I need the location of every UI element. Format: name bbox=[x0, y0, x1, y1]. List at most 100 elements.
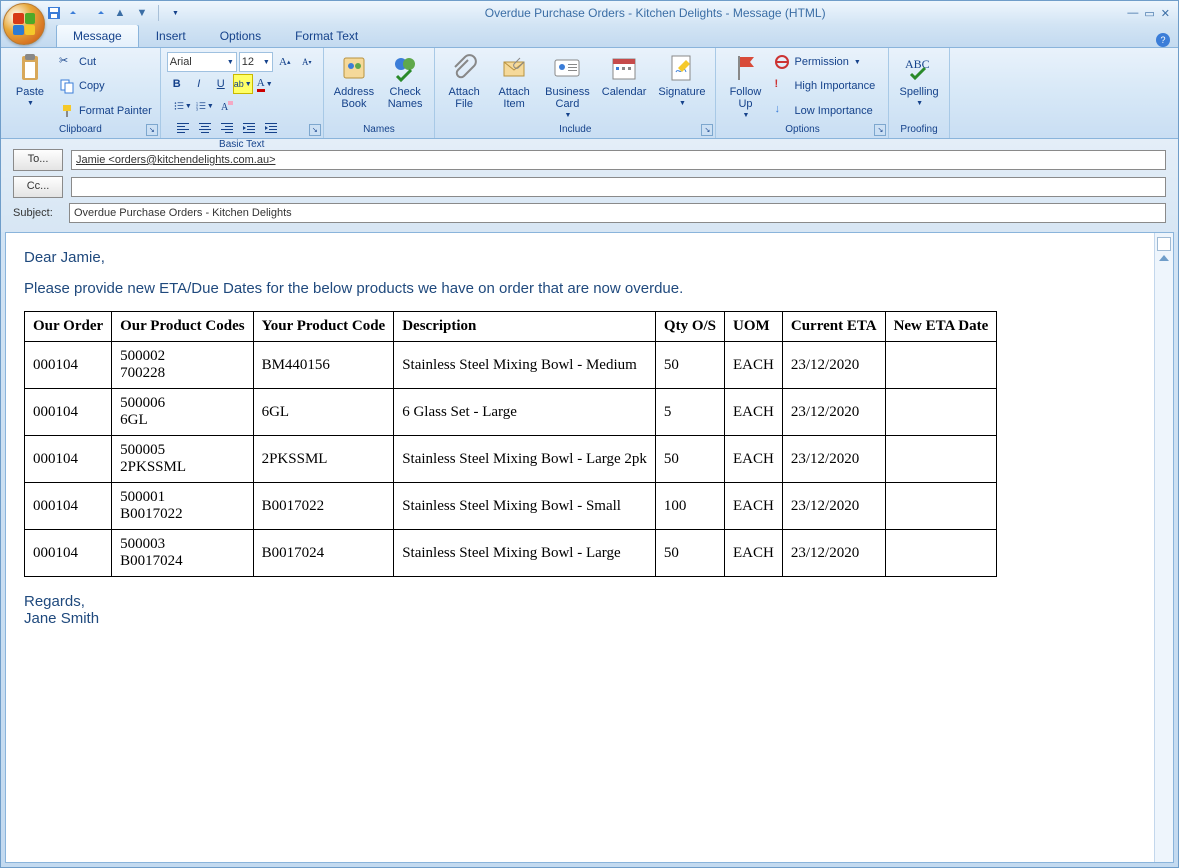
subject-field[interactable]: Overdue Purchase Orders - Kitchen Deligh… bbox=[69, 203, 1166, 223]
align-center-button[interactable] bbox=[195, 118, 215, 138]
ribbon: Paste▼ ✂Cut Copy Format Painter Clipboar… bbox=[1, 47, 1178, 139]
table-header-row: Our OrderOur Product CodesYour Product C… bbox=[25, 312, 997, 342]
help-icon[interactable]: ? bbox=[1156, 33, 1170, 47]
office-button[interactable] bbox=[3, 3, 45, 45]
table-cell: 50 bbox=[655, 530, 724, 577]
save-icon[interactable] bbox=[46, 5, 62, 21]
table-cell: 50 bbox=[655, 342, 724, 389]
align-left-button[interactable] bbox=[173, 118, 193, 138]
table-cell: EACH bbox=[725, 483, 783, 530]
bold-button[interactable]: B bbox=[167, 74, 187, 94]
copy-icon bbox=[59, 78, 75, 94]
group-clipboard: Paste▼ ✂Cut Copy Format Painter Clipboar… bbox=[1, 48, 161, 138]
business-card-button[interactable]: BusinessCard▼ bbox=[541, 50, 594, 123]
high-importance-button[interactable]: !High Importance bbox=[772, 77, 882, 95]
table-cell: B0017024 bbox=[253, 530, 394, 577]
highlight-button[interactable]: ab▼ bbox=[233, 74, 253, 94]
underline-button[interactable]: U bbox=[211, 74, 231, 94]
cc-field[interactable] bbox=[71, 177, 1166, 197]
options-launcher[interactable]: ↘ bbox=[874, 124, 886, 136]
permission-icon bbox=[774, 54, 790, 70]
table-cell bbox=[885, 342, 997, 389]
redo-icon[interactable] bbox=[90, 5, 106, 21]
permission-button[interactable]: Permission▼ bbox=[772, 53, 882, 71]
cut-button[interactable]: ✂Cut bbox=[57, 53, 154, 71]
group-label-clipboard: Clipboard bbox=[7, 123, 154, 136]
table-cell: 500003B0017024 bbox=[112, 530, 253, 577]
table-cell: 23/12/2020 bbox=[782, 530, 885, 577]
attach-file-button[interactable]: AttachFile bbox=[441, 50, 487, 123]
align-right-button[interactable] bbox=[217, 118, 237, 138]
to-button[interactable]: To... bbox=[13, 149, 63, 171]
font-name-select[interactable]: Arial▼ bbox=[167, 52, 237, 72]
scroll-up-icon[interactable] bbox=[1159, 255, 1169, 261]
tab-message[interactable]: Message bbox=[56, 24, 139, 47]
table-cell: 6 Glass Set - Large bbox=[394, 389, 656, 436]
maximize-button[interactable]: ▭ bbox=[1144, 7, 1154, 20]
tab-options[interactable]: Options bbox=[203, 24, 278, 47]
table-cell: Stainless Steel Mixing Bowl - Medium bbox=[394, 342, 656, 389]
clear-formatting-button[interactable]: A bbox=[217, 96, 237, 116]
next-icon[interactable]: ▼ bbox=[134, 5, 150, 21]
include-launcher[interactable]: ↘ bbox=[701, 124, 713, 136]
cc-button[interactable]: Cc... bbox=[13, 176, 63, 198]
qat-customize-icon[interactable]: ▼ bbox=[167, 5, 183, 21]
table-header-cell: Qty O/S bbox=[655, 312, 724, 342]
table-cell: 23/12/2020 bbox=[782, 483, 885, 530]
increase-indent-button[interactable] bbox=[261, 118, 281, 138]
format-painter-button[interactable]: Format Painter bbox=[57, 102, 154, 120]
envelope-area: To... Jamie <orders@kitchendelights.com.… bbox=[1, 139, 1178, 232]
undo-icon[interactable] bbox=[68, 5, 84, 21]
font-color-button[interactable]: A▼ bbox=[255, 74, 275, 94]
table-row: 000104500001B0017022B0017022Stainless St… bbox=[25, 483, 997, 530]
group-include: AttachFile AttachItem BusinessCard▼ Cale… bbox=[435, 48, 716, 138]
tab-format-text[interactable]: Format Text bbox=[278, 24, 375, 47]
bullets-button[interactable]: ▼ bbox=[173, 96, 193, 116]
table-cell: Stainless Steel Mixing Bowl - Large bbox=[394, 530, 656, 577]
decrease-indent-button[interactable] bbox=[239, 118, 259, 138]
table-row: 000104500003B0017024B0017024Stainless St… bbox=[25, 530, 997, 577]
basic-text-launcher[interactable]: ↘ bbox=[309, 124, 321, 136]
attach-item-button[interactable]: AttachItem bbox=[491, 50, 537, 123]
paste-icon bbox=[14, 52, 46, 84]
table-cell: 23/12/2020 bbox=[782, 342, 885, 389]
shrink-font-button[interactable]: A▾ bbox=[297, 52, 317, 72]
table-cell: EACH bbox=[725, 530, 783, 577]
group-label-names: Names bbox=[330, 123, 428, 136]
table-cell: 500001B0017022 bbox=[112, 483, 253, 530]
address-book-button[interactable]: AddressBook bbox=[330, 50, 378, 123]
signature-name: Jane Smith bbox=[24, 610, 99, 627]
signature-button[interactable]: Signature▼ bbox=[654, 50, 709, 123]
to-field[interactable]: Jamie <orders@kitchendelights.com.au> bbox=[71, 150, 1166, 170]
table-header-cell: Current ETA bbox=[782, 312, 885, 342]
previous-icon[interactable]: ▲ bbox=[112, 5, 128, 21]
font-size-select[interactable]: 12▼ bbox=[239, 52, 273, 72]
table-cell: 000104 bbox=[25, 436, 112, 483]
clipboard-launcher[interactable]: ↘ bbox=[146, 124, 158, 136]
close-button[interactable]: ✕ bbox=[1161, 7, 1170, 20]
italic-button[interactable]: I bbox=[189, 74, 209, 94]
ruler-toggle-icon[interactable] bbox=[1157, 237, 1171, 251]
svg-text:3: 3 bbox=[196, 107, 198, 111]
greeting-text: Dear Jamie, bbox=[24, 249, 1136, 266]
calendar-button[interactable]: Calendar bbox=[598, 50, 651, 123]
table-cell: 000104 bbox=[25, 342, 112, 389]
low-importance-button[interactable]: ↓Low Importance bbox=[772, 102, 882, 120]
tab-insert[interactable]: Insert bbox=[139, 24, 203, 47]
business-card-icon bbox=[551, 52, 583, 84]
table-row: 0001045000066GL6GL6 Glass Set - Large5EA… bbox=[25, 389, 997, 436]
orders-table: Our OrderOur Product CodesYour Product C… bbox=[24, 311, 997, 577]
paste-button[interactable]: Paste▼ bbox=[7, 50, 53, 123]
spelling-button[interactable]: ABCSpelling▼ bbox=[895, 50, 942, 123]
table-header-cell: Our Order bbox=[25, 312, 112, 342]
grow-font-button[interactable]: A▴ bbox=[275, 52, 295, 72]
follow-up-button[interactable]: FollowUp▼ bbox=[722, 50, 768, 123]
numbering-button[interactable]: 123▼ bbox=[195, 96, 215, 116]
message-body[interactable]: Dear Jamie, Please provide new ETA/Due D… bbox=[6, 233, 1154, 862]
minimize-button[interactable]: — bbox=[1127, 7, 1138, 20]
address-book-icon bbox=[338, 52, 370, 84]
table-cell: 000104 bbox=[25, 530, 112, 577]
copy-button[interactable]: Copy bbox=[57, 77, 154, 95]
format-painter-icon bbox=[59, 103, 75, 119]
check-names-button[interactable]: CheckNames bbox=[382, 50, 428, 123]
